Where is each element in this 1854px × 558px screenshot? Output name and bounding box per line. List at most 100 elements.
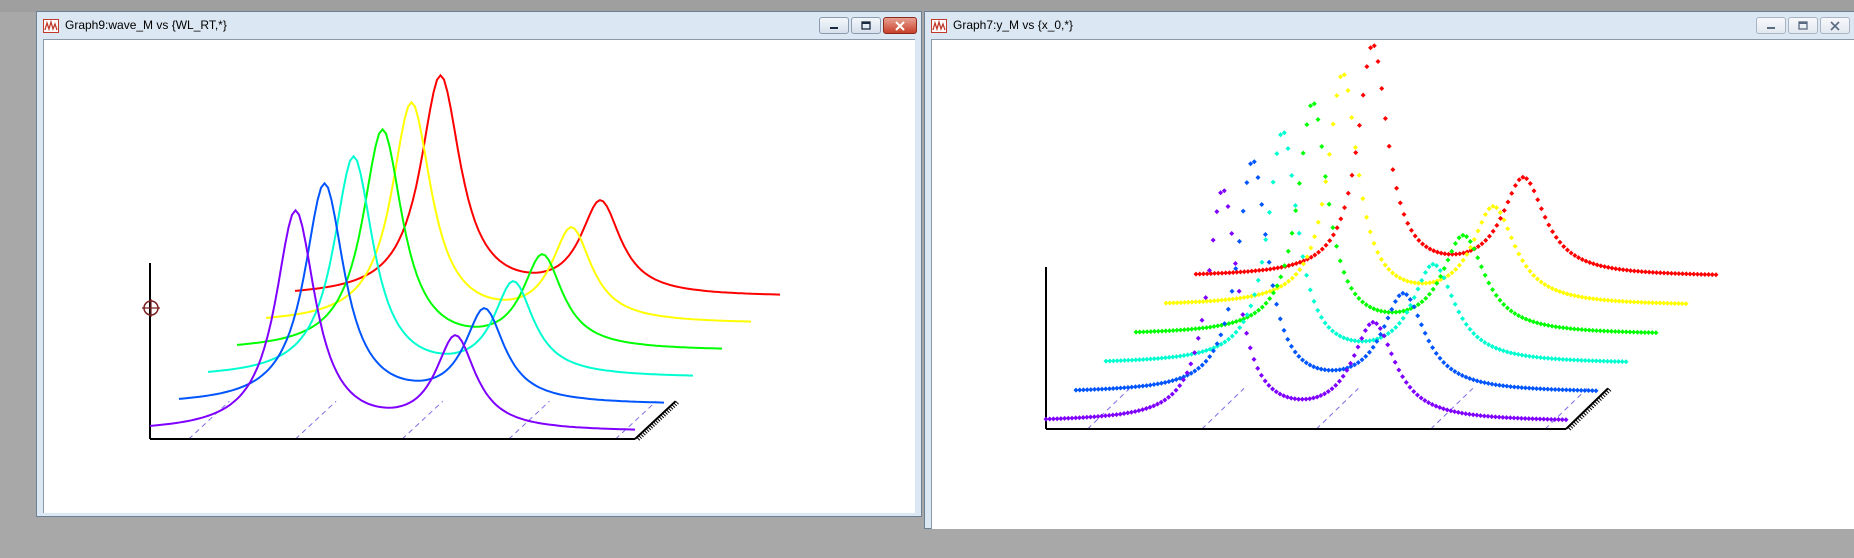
- series-marker: [1248, 303, 1254, 309]
- series-marker: [1385, 315, 1391, 321]
- series-marker: [1412, 233, 1418, 239]
- series-marker: [1270, 386, 1276, 392]
- series-marker: [1512, 243, 1518, 249]
- caption-buttons: [1756, 17, 1850, 35]
- series-marker: [1531, 188, 1537, 194]
- series-marker: [1594, 262, 1600, 268]
- series-marker: [1330, 328, 1336, 334]
- series-marker: [1259, 304, 1265, 310]
- close-button[interactable]: [883, 17, 917, 34]
- series-marker: [1444, 407, 1450, 413]
- series-marker: [1546, 222, 1552, 228]
- maximize-button[interactable]: [851, 17, 881, 34]
- series-marker: [1542, 322, 1548, 328]
- series-marker: [1297, 267, 1303, 273]
- z-axis-tick: [1586, 408, 1591, 413]
- series-marker: [1392, 359, 1398, 365]
- series-marker: [1419, 299, 1425, 305]
- series-marker: [1237, 295, 1243, 301]
- series-marker: [1285, 145, 1291, 151]
- graph9-plot-area[interactable]: [43, 39, 915, 513]
- series-marker: [1408, 227, 1414, 233]
- z-axis-tick: [1573, 421, 1577, 425]
- minimize-button[interactable]: [1756, 17, 1786, 34]
- grid-line-1: [1201, 388, 1245, 430]
- series-marker: [1437, 355, 1443, 361]
- series-marker: [1173, 387, 1179, 393]
- graph7-titlebar[interactable]: Graph7:y_M vs {x_0,*}: [925, 12, 1854, 38]
- series-marker: [1494, 222, 1500, 228]
- series-marker: [1359, 357, 1365, 363]
- window-title: Graph7:y_M vs {x_0,*}: [953, 18, 1074, 32]
- series-marker: [1360, 92, 1366, 98]
- series-marker: [1199, 317, 1205, 323]
- series-marker: [1520, 258, 1526, 264]
- graph9-titlebar[interactable]: Graph9:wave_M vs {WL_RT,*}: [37, 12, 921, 38]
- series-marker: [1379, 85, 1385, 91]
- series-marker: [1155, 381, 1161, 387]
- series-marker: [1523, 353, 1529, 359]
- axes: [1045, 267, 1612, 431]
- series-marker: [1401, 211, 1407, 217]
- series-marker: [1196, 365, 1202, 371]
- series-marker: [1545, 322, 1551, 328]
- series-marker: [1277, 316, 1283, 322]
- series-marker: [1266, 209, 1272, 215]
- minimize-icon: [830, 26, 838, 29]
- series-marker: [1170, 378, 1176, 384]
- series-marker: [1485, 380, 1491, 386]
- series-marker: [1388, 351, 1394, 357]
- series-marker: [1564, 291, 1570, 297]
- series-marker: [1460, 257, 1466, 263]
- series-2: [1073, 159, 1599, 394]
- close-icon: [1830, 20, 1840, 31]
- series-marker: [1467, 326, 1473, 332]
- series-marker: [1285, 336, 1291, 342]
- graph7-plot-area[interactable]: [931, 39, 1854, 529]
- series-marker: [1475, 255, 1481, 261]
- series-marker: [1486, 233, 1492, 239]
- series-marker: [1449, 270, 1455, 276]
- series-2: [178, 181, 665, 404]
- maximize-button[interactable]: [1788, 17, 1818, 34]
- series-marker: [1444, 363, 1450, 369]
- series-marker: [1523, 263, 1529, 269]
- series-marker: [1553, 234, 1559, 240]
- series-marker: [1300, 254, 1306, 260]
- series-marker: [1683, 301, 1689, 307]
- series-marker: [1482, 380, 1488, 386]
- series-marker: [1132, 408, 1138, 414]
- series-marker: [1575, 293, 1581, 299]
- series-marker: [1438, 250, 1444, 256]
- series-marker: [1300, 150, 1306, 156]
- series-marker: [1478, 264, 1484, 270]
- series-marker: [1348, 285, 1354, 291]
- graph9-window[interactable]: Graph9:wave_M vs {WL_RT,*}: [36, 11, 922, 517]
- series-marker: [1267, 266, 1273, 272]
- series-marker: [1345, 278, 1351, 284]
- series-marker: [1266, 259, 1272, 265]
- maximize-icon: [1798, 20, 1808, 30]
- series-marker: [1479, 219, 1485, 225]
- minimize-button[interactable]: [819, 17, 849, 34]
- series-marker: [1489, 381, 1495, 387]
- series-marker: [1311, 298, 1317, 304]
- series-marker: [1453, 266, 1459, 272]
- series-marker: [1459, 410, 1465, 416]
- series-marker: [1348, 360, 1354, 366]
- z-axis-tick: [1607, 388, 1612, 392]
- series-marker: [1270, 283, 1276, 289]
- z-axis-tick: [1605, 389, 1610, 394]
- series-marker: [1382, 262, 1388, 268]
- close-button[interactable]: [1820, 17, 1850, 34]
- series-marker: [1345, 190, 1351, 196]
- z-axis-tick: [669, 406, 674, 410]
- series-marker: [1415, 313, 1421, 319]
- series-marker: [1479, 241, 1485, 247]
- series-marker: [1427, 280, 1433, 286]
- graph7-window[interactable]: Graph7:y_M vs {x_0,*}: [924, 11, 1854, 529]
- series-marker: [1128, 409, 1134, 415]
- z-axis-tick: [671, 404, 676, 408]
- series-marker: [1483, 237, 1489, 243]
- series-marker: [1389, 328, 1395, 334]
